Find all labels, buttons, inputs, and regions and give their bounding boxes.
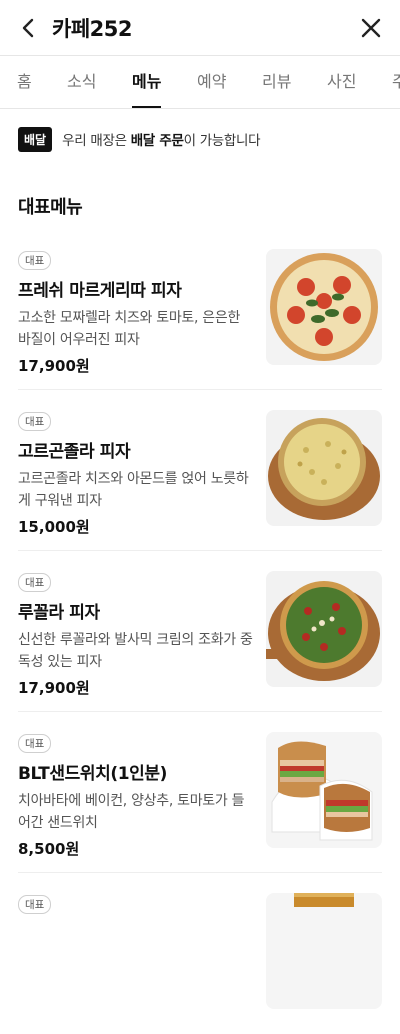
blt-sandwich-image [266,732,382,848]
menu-item[interactable]: 대표 프레쉬 마르게리따 피자 고소한 모짜렐라 치즈와 토마토, 은은한 바질… [18,229,382,390]
gorgonzola-pizza-image [266,410,382,526]
tab-news[interactable]: 소식 [67,56,96,108]
close-icon [361,18,381,38]
menu-price: 8,500원 [18,840,80,858]
menu-item[interactable]: 대표 고르곤졸라 피자 고르곤졸라 치즈와 아몬드를 얹어 노릇하게 구워낸 피… [18,390,382,551]
close-button[interactable] [356,13,386,43]
menu-item-info: 대표 루꼴라 피자 신선한 루꼴라와 발사믹 크림의 조화가 중독성 있는 피자… [18,571,266,711]
menu-item-info: 대표 프레쉬 마르게리따 피자 고소한 모짜렐라 치즈와 토마토, 은은한 바질… [18,249,266,389]
menu-item-info: 대표 고르곤졸라 피자 고르곤졸라 치즈와 아몬드를 얹어 노릇하게 구워낸 피… [18,410,266,550]
menu-list: 대표 프레쉬 마르게리따 피자 고소한 모짜렐라 치즈와 토마토, 은은한 바질… [0,229,400,1034]
notice-text-bold: 배달 주문 [130,133,184,149]
notice-text-after: 이 가능합니다 [183,133,261,149]
menu-item[interactable]: 대표 [18,873,382,1034]
menu-desc: 치아바타에 베이컨, 양상추, 토마토가 들어간 샌드위치 [18,793,245,831]
menu-name: 루꼴라 피자 [18,603,100,623]
menu-tag: 대표 [18,251,52,270]
tab-review[interactable]: 리뷰 [262,56,291,108]
menu-name: 고르곤졸라 피자 [18,442,131,462]
menu-desc: 고르곤졸라 치즈와 아몬드를 얹어 노릇하게 구워낸 피자 [18,471,249,509]
margherita-pizza-image [266,249,382,365]
arugula-pizza-image [266,571,382,687]
menu-tag: 대표 [18,895,52,914]
section-title: 대표메뉴 [18,197,83,218]
menu-item[interactable]: 대표 루꼴라 피자 신선한 루꼴라와 발사믹 크림의 조화가 중독성 있는 피자… [18,551,382,712]
menu-tag: 대표 [18,573,52,592]
menu-name: BLT샌드위치(1인분) [18,764,167,784]
menu-item[interactable]: 대표 BLT샌드위치(1인분) 치아바타에 베이컨, 양상추, 토마토가 들어간… [18,712,382,873]
tab-bar: 홈 소식 메뉴 예약 리뷰 사진 주 [0,56,400,109]
menu-price: 17,900원 [18,679,90,697]
back-button[interactable] [14,13,44,43]
menu-item-info: 대표 [18,893,266,1034]
tab-reservation[interactable]: 예약 [197,56,226,108]
menu-item-info: 대표 BLT샌드위치(1인분) 치아바타에 베이컨, 양상추, 토마토가 들어간… [18,732,266,872]
notice-text: 우리 매장은 배달 주문이 가능합니다 [62,129,261,149]
menu-price: 17,900원 [18,357,90,375]
delivery-notice: 배달 우리 매장은 배달 주문이 가능합니다 [0,109,400,169]
notice-text-before: 우리 매장은 [62,133,131,149]
menu-desc: 고소한 모짜렐라 치즈와 토마토, 은은한 바질이 어우러진 피자 [18,310,241,348]
app-header: 카페252 [0,0,400,56]
tab-more[interactable]: 주 [392,56,400,108]
menu-tag: 대표 [18,412,52,431]
tab-home[interactable]: 홈 [17,56,32,108]
menu-desc: 신선한 루꼴라와 발사믹 크림의 조화가 중독성 있는 피자 [18,632,253,670]
drink-image [266,893,382,1009]
tab-photo[interactable]: 사진 [327,56,356,108]
menu-price: 15,000원 [18,518,90,536]
delivery-badge: 배달 [18,126,53,152]
tab-menu[interactable]: 메뉴 [132,56,162,108]
menu-name: 프레쉬 마르게리따 피자 [18,281,182,301]
menu-tag: 대표 [18,734,52,753]
chevron-left-icon [22,18,34,37]
page-title: 카페252 [52,16,132,41]
